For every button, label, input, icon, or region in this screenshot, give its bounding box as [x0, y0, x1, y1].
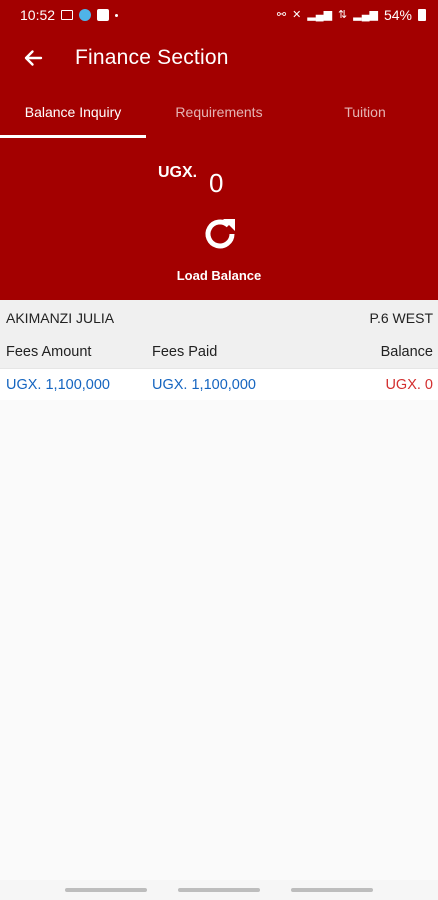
header-fees-amount: Fees Amount [6, 344, 92, 360]
balance-currency: UGX. [158, 164, 198, 181]
gallery-notification-icon [61, 10, 74, 20]
status-bar: 10:52 ⚯ ✕ ▂▄▆ ⇅ ▂▄▆ 54% [0, 0, 438, 30]
student-name: AKIMANZI JULIA [6, 310, 115, 326]
tab-balance-inquiry[interactable]: Balance Inquiry [0, 86, 146, 138]
tab-tuition[interactable]: Tuition [292, 86, 438, 138]
header-balance: Balance [380, 344, 433, 360]
system-nav-bar [0, 880, 438, 900]
fees-amount-value: UGX. 1,100,000 [6, 376, 110, 393]
app-notification-icon [79, 9, 92, 21]
app-bar: Finance Section [0, 30, 438, 86]
status-right: ⚯ ✕ ▂▄▆ ⇅ ▂▄▆ 54% [277, 7, 426, 23]
status-time: 10:52 [20, 7, 56, 23]
back-arrow-icon [24, 50, 43, 66]
checkbox-notification-icon [97, 9, 110, 21]
refresh-icon [205, 219, 235, 249]
fees-paid-value: UGX. 1,100,000 [152, 376, 256, 393]
nav-back-button[interactable] [290, 888, 373, 892]
header-fees-paid: Fees Paid [152, 344, 218, 360]
balance-panel: UGX. 0 Load Balance [0, 138, 438, 300]
nav-home-button[interactable] [177, 888, 260, 892]
tab-requirements[interactable]: Requirements [146, 86, 292, 138]
battery-icon [418, 9, 426, 21]
fees-value-row: UGX. 1,100,000 UGX. 1,100,000 UGX. 0 [0, 368, 438, 400]
tab-bar: Balance Inquiry Requirements Tuition [0, 86, 438, 138]
balance-value: UGX. 0 [385, 376, 433, 393]
status-left: 10:52 [20, 7, 119, 23]
load-balance-label[interactable]: Load Balance [0, 268, 438, 283]
page-title: Finance Section [75, 46, 229, 69]
student-class: P.6 WEST [369, 310, 433, 326]
student-info-row: AKIMANZI JULIA P.6 WEST [0, 300, 438, 336]
nav-recents-button[interactable] [65, 888, 148, 892]
data-transfer-icon: ⇅ [338, 8, 348, 21]
key-icon: ⚯ [276, 8, 287, 21]
balance-amount: 0 [209, 168, 224, 198]
load-balance-button[interactable] [198, 212, 242, 256]
fees-header-row: Fees Amount Fees Paid Balance [0, 336, 438, 368]
signal-2-icon: ▂▄▆ [353, 8, 378, 21]
signal-icon: ▂▄▆ [307, 8, 333, 21]
mute-icon: ✕ [292, 8, 302, 21]
more-notifications-icon [115, 13, 119, 17]
back-button[interactable] [0, 30, 64, 86]
battery-percent: 54% [383, 7, 412, 23]
